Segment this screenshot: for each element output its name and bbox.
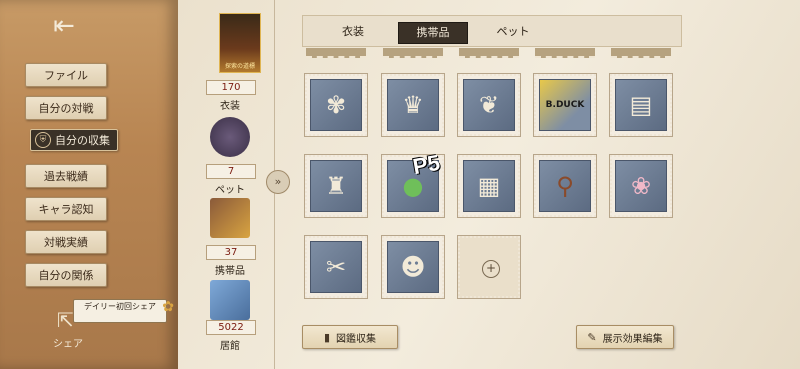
item-jester-puppet[interactable]: ♛ [382,74,444,136]
accessory-image[interactable] [210,198,250,238]
item-iron-cage[interactable]: ▦ [458,155,520,217]
share-label: シェア [53,339,83,350]
catalog-collection-button[interactable]: ▮ 図鑑収集 [302,325,398,349]
iron-cage-icon: ▦ [463,160,515,212]
blossom-branch-icon: ❀ [615,160,667,212]
tab-costume[interactable]: 衣装 [323,22,383,42]
collection-summary: 探索の道標 170 衣装 7 ペット 37 携帯品 5022 居館 [186,0,275,369]
sidebar-item-label: 過去戦績 [44,170,88,183]
expand-arrow-icon[interactable]: » [266,170,290,194]
tab-bar: 衣装 携帯品 ペット [302,15,682,47]
sidebar-item-label: ファイル [44,69,88,82]
item-stub [459,48,519,58]
pet-image[interactable] [210,117,250,157]
accessory-grid: ✾ ♛ ❦ B.DUCK ▤ ♜ ● ▦ ⚲ ❀ ✂ ☻ + [302,45,680,317]
item-leather-book[interactable]: ▤ [610,74,672,136]
residence-label: 居館 [220,341,240,352]
blue-fish-icon: ❦ [463,79,515,131]
item-flower-bouquet[interactable]: ✾ [305,74,367,136]
add-icon: + [482,260,500,278]
sidebar-item-match-achievements[interactable]: 対戦実績 [25,230,107,254]
bee-duck-text: B.DUCK [545,100,585,110]
item-empty-slot[interactable]: + [458,236,520,298]
sidebar-item-label: 自分の対戦 [38,102,94,115]
edit-display-effect-button[interactable]: ✎ 展示効果編集 [576,325,674,349]
persona5-logo: P5 [411,150,442,180]
residence-image[interactable] [210,280,250,320]
shield-icon: ⛨ [35,132,51,148]
sidebar: ⇤ ファイル 自分の対戦 ⛨ 自分の収集 過去戦績 キャラ認知 対戦実績 自分の… [0,0,178,369]
sidebar-item-label: キャラ認知 [38,203,94,216]
leather-book-icon: ▤ [615,79,667,131]
persona5-logo-text: P5 [410,149,442,180]
item-stub [383,48,443,58]
item-stub [611,48,671,58]
item-scissors[interactable]: ✂ [305,236,367,298]
residence-count: 5022 [206,320,256,335]
edit-display-effect-label: 展示効果編集 [602,333,663,345]
sidebar-item-character-recognition[interactable]: キャラ認知 [25,197,107,221]
accessory-count: 37 [206,245,256,260]
pet-label: ペット [215,185,245,196]
item-blossom-branch[interactable]: ❀ [610,155,672,217]
accessory-label: 携帯品 [215,266,245,277]
sidebar-item-my-relations[interactable]: 自分の関係 [25,263,107,287]
item-bee-duck[interactable]: B.DUCK [534,74,596,136]
hand-mirror-icon: ⚲ [539,160,591,212]
item-stub [306,48,366,58]
sidebar-item-my-matches[interactable]: 自分の対戦 [25,96,107,120]
daily-share-tag: デイリー初回シェア ✿ [73,299,174,323]
tab-pet[interactable]: ペット [483,22,543,42]
dark-lantern-icon: ♜ [310,160,362,212]
item-blue-fish[interactable]: ❦ [458,74,520,136]
costume-card-image[interactable]: 探索の道標 [219,13,261,73]
flower-bouquet-icon: ✾ [310,79,362,131]
edit-icon: ✎ [587,330,597,344]
gift-icon: ✿ [162,299,174,315]
catalog-collection-label: 図鑑収集 [336,333,377,345]
costume-label: 衣装 [220,101,240,112]
voodoo-doll-icon: ☻ [387,241,439,293]
item-hand-mirror[interactable]: ⚲ [534,155,596,217]
jester-puppet-icon: ♛ [387,79,439,131]
share-icon: ⇱ [57,308,74,332]
sidebar-item-label: 自分の収集 [55,134,110,147]
sidebar-item-label: 対戦実績 [44,236,88,249]
sidebar-item-file[interactable]: ファイル [25,63,107,87]
tab-accessory[interactable]: 携帯品 [398,22,468,44]
bee-duck-icon: B.DUCK [539,79,591,131]
costume-count: 170 [206,80,256,95]
pet-count: 7 [206,164,256,179]
item-voodoo-doll[interactable]: ☻ [382,236,444,298]
sidebar-item-my-collection[interactable]: ⛨ 自分の収集 [30,129,118,151]
scissors-icon: ✂ [310,241,362,293]
exit-door-icon[interactable]: ⇤ [48,10,80,42]
costume-card-title: 探索の道標 [224,63,255,70]
book-icon: ▮ [323,330,331,344]
item-dark-lantern[interactable]: ♜ [305,155,367,217]
item-stub [535,48,595,58]
sidebar-item-past-records[interactable]: 過去戦績 [25,164,107,188]
sidebar-item-label: 自分の関係 [38,269,94,282]
daily-share-label: デイリー初回シェア [84,302,156,311]
